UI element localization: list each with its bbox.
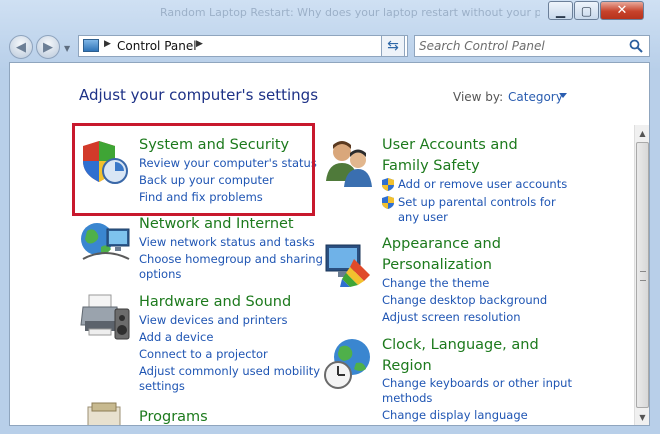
view-by-label: View by:: [453, 90, 504, 104]
view-by-dropdown[interactable]: Category: [508, 90, 563, 104]
user-accounts-icon[interactable]: [324, 139, 374, 187]
close-button[interactable]: ✕: [600, 1, 644, 20]
page-heading: Adjust your computer's settings: [79, 86, 319, 104]
recent-pages-dropdown[interactable]: ▼: [64, 44, 70, 53]
minimize-button[interactable]: ▁: [548, 1, 573, 20]
maximize-button[interactable]: ▢: [574, 1, 599, 20]
link-homegroup-options[interactable]: options: [139, 266, 181, 283]
category-user-accounts-line2[interactable]: Family Safety: [382, 156, 480, 177]
category-hardware-sound[interactable]: Hardware and Sound: [139, 292, 291, 313]
minimize-icon: ▁: [555, 3, 566, 18]
category-appearance-line2[interactable]: Personalization: [382, 255, 492, 276]
arrow-right-icon: ▶: [43, 39, 53, 55]
appearance-icon[interactable]: [324, 241, 374, 287]
address-bar[interactable]: ▶ Control Panel ▶ ▼: [78, 35, 408, 57]
link-add-device[interactable]: Add a device: [139, 329, 213, 346]
navigation-bar: ◀ ▶ ▼ ▶ Control Panel ▶ ▼ ⇆ Search Contr…: [0, 30, 660, 62]
search-icon[interactable]: [629, 39, 643, 53]
refresh-button[interactable]: ⇆: [381, 35, 405, 57]
link-parental-any-user[interactable]: any user: [398, 209, 448, 226]
refresh-icon: ⇆: [387, 38, 399, 54]
scrollbar-thumb[interactable]: [636, 142, 649, 408]
window-title: Random Laptop Restart: Why does your lap…: [160, 6, 540, 19]
grip-icon: [640, 271, 646, 281]
chevron-down-icon[interactable]: [559, 93, 567, 98]
scroll-down-icon[interactable]: ▼: [635, 409, 649, 425]
search-placeholder: Search Control Panel: [419, 39, 545, 53]
category-user-accounts-line1[interactable]: User Accounts and: [382, 135, 518, 156]
content-pane: Adjust your computer's settings View by:…: [9, 62, 650, 426]
link-keyboards-methods[interactable]: methods: [382, 390, 432, 407]
category-clock-line2[interactable]: Region: [382, 356, 432, 377]
link-screen-resolution[interactable]: Adjust screen resolution: [382, 309, 521, 326]
category-clock-line1[interactable]: Clock, Language, and: [382, 335, 539, 356]
category-network-internet[interactable]: Network and Internet: [139, 214, 294, 235]
uac-shield-icon: [382, 196, 394, 209]
category-programs[interactable]: Programs: [139, 407, 208, 425]
hardware-sound-icon[interactable]: [79, 291, 131, 343]
vertical-scrollbar[interactable]: ▲ ▼: [634, 125, 649, 425]
breadcrumb-chevron-icon[interactable]: ▶: [196, 39, 203, 49]
uac-shield-icon: [382, 178, 394, 191]
link-devices-printers[interactable]: View devices and printers: [139, 312, 287, 329]
link-add-remove-accounts[interactable]: Add or remove user accounts: [398, 176, 567, 193]
link-display-language[interactable]: Change display language: [382, 407, 528, 424]
scroll-up-icon[interactable]: ▲: [635, 125, 649, 141]
maximize-icon: ▢: [580, 3, 593, 18]
clock-language-region-icon[interactable]: [324, 337, 374, 391]
control-panel-window: Random Laptop Restart: Why does your lap…: [0, 0, 660, 434]
highlight-box: [72, 123, 315, 216]
title-bar[interactable]: Random Laptop Restart: Why does your lap…: [0, 0, 660, 28]
forward-button[interactable]: ▶: [36, 35, 60, 59]
control-panel-icon: [83, 39, 99, 52]
arrow-left-icon: ◀: [16, 39, 26, 55]
back-button[interactable]: ◀: [9, 35, 33, 59]
network-internet-icon[interactable]: [79, 219, 131, 263]
link-change-theme[interactable]: Change the theme: [382, 275, 489, 292]
programs-icon[interactable]: [82, 401, 128, 426]
link-mobility-settings[interactable]: settings: [139, 378, 185, 395]
category-appearance-line1[interactable]: Appearance and: [382, 234, 501, 255]
close-icon: ✕: [616, 3, 628, 18]
breadcrumb-separator-icon[interactable]: ▶: [104, 39, 111, 49]
link-network-status[interactable]: View network status and tasks: [139, 234, 315, 251]
search-input[interactable]: Search Control Panel: [414, 35, 650, 57]
link-projector[interactable]: Connect to a projector: [139, 346, 268, 363]
link-desktop-background[interactable]: Change desktop background: [382, 292, 547, 309]
breadcrumb-control-panel[interactable]: Control Panel: [117, 39, 197, 53]
